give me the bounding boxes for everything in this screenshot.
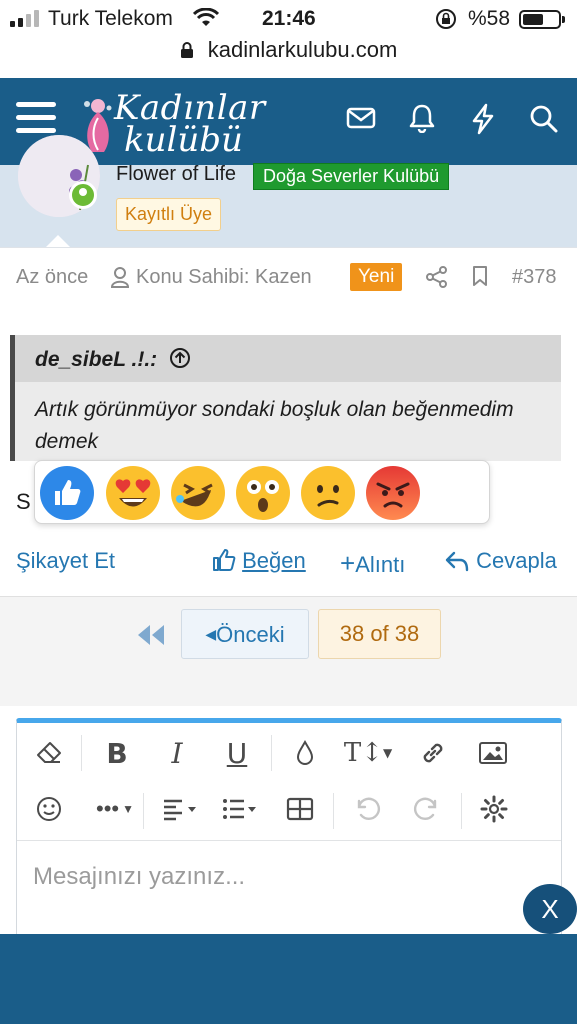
undo-icon[interactable]	[347, 789, 387, 829]
like-button[interactable]: Beğen	[212, 548, 306, 574]
post-author-panel: Flower of Life Doğa Severler Kulübü Kayı…	[0, 135, 577, 247]
close-button[interactable]: X	[523, 884, 577, 934]
prev-page-label: Önceki	[216, 622, 285, 647]
color-icon[interactable]	[285, 733, 325, 773]
align-icon[interactable]	[155, 789, 205, 829]
lock-icon	[180, 42, 193, 59]
toolbar-divider	[461, 793, 462, 829]
quote-header: de_sibeL .!.:	[15, 335, 561, 382]
settings-icon[interactable]	[474, 789, 514, 829]
reaction-sad-icon[interactable]	[300, 465, 356, 521]
post-number[interactable]: #378	[512, 266, 557, 289]
link-icon[interactable]	[413, 733, 453, 773]
reaction-angry-icon[interactable]	[365, 465, 421, 521]
status-bar: Turk Telekom 21:46 %58	[0, 0, 577, 36]
menu-icon[interactable]	[16, 102, 56, 138]
post-actions: Şikayet Et Beğen +Alıntı Cevapla	[0, 540, 577, 580]
lightning-icon[interactable]	[470, 103, 496, 135]
caret-left-icon: ◀	[205, 626, 217, 642]
quote-author[interactable]: de_sibeL .!.:	[35, 348, 157, 371]
online-status-icon	[69, 181, 97, 209]
signal-icon	[10, 10, 39, 27]
redo-icon[interactable]	[407, 789, 447, 829]
carrier-name: Turk Telekom	[48, 7, 173, 30]
post-time[interactable]: Az önce	[16, 266, 88, 289]
editor-toolbar: B I U T↕ ▼ ••• ▼	[17, 723, 561, 841]
plus-icon: +	[340, 548, 356, 578]
share-icon[interactable]	[426, 266, 448, 288]
search-icon[interactable]	[529, 104, 559, 134]
username[interactable]: Flower of Life	[116, 163, 236, 186]
reaction-picker	[34, 460, 490, 524]
eraser-icon[interactable]	[29, 733, 69, 773]
first-page-icon[interactable]	[134, 623, 168, 647]
reply-label: Cevapla	[476, 548, 557, 573]
reaction-love-icon[interactable]	[105, 465, 161, 521]
bold-icon[interactable]: B	[97, 733, 137, 773]
thread-owner: Konu Sahibi: Kazen	[136, 266, 312, 288]
quote-text: Artık görünmüyor sondaki boşluk olan beğ…	[35, 398, 514, 453]
reply-button[interactable]: Cevapla	[444, 548, 557, 574]
reaction-like-icon[interactable]	[39, 465, 95, 521]
quote-button[interactable]: +Alıntı	[340, 548, 405, 579]
more-options-icon[interactable]: ••• ▼	[89, 789, 141, 829]
reply-icon	[445, 551, 469, 572]
message-input[interactable]: Mesajınızı yazınız...	[33, 863, 245, 891]
like-label: Beğen	[242, 548, 306, 573]
logo-text-line2: kulübü	[124, 120, 243, 160]
report-button[interactable]: Şikayet Et	[16, 548, 115, 574]
thumbs-up-icon	[213, 549, 236, 571]
battery-percent: %58	[468, 7, 511, 30]
underline-icon[interactable]: U	[217, 733, 257, 773]
quote-block: de_sibeL .!.: Artık görünmüyor sondaki b…	[10, 335, 561, 461]
page-url: kadinlarkulubu.com	[207, 37, 398, 63]
quote-label: Alıntı	[355, 552, 406, 577]
italic-icon[interactable]: I	[157, 733, 197, 773]
reaction-wow-icon[interactable]	[235, 465, 291, 521]
wifi-icon	[193, 8, 219, 26]
image-icon[interactable]	[473, 733, 513, 773]
prev-page-button[interactable]: ◀Önceki	[181, 609, 309, 659]
post-body-text: S	[16, 489, 31, 514]
reaction-haha-icon[interactable]	[170, 465, 226, 521]
panel-pointer	[46, 235, 70, 247]
user-icon	[110, 267, 130, 288]
text-size-icon[interactable]: T↕ ▼	[343, 733, 393, 773]
toolbar-divider	[81, 735, 82, 771]
page-indicator[interactable]: 38 of 38	[318, 609, 441, 659]
pagination-area: ◀Önceki 38 of 38	[0, 596, 577, 706]
club-badge: Doğa Severler Kulübü	[253, 163, 450, 190]
rotation-lock-icon	[436, 9, 456, 29]
table-icon[interactable]	[280, 789, 320, 829]
emoji-icon[interactable]	[29, 789, 69, 829]
bell-icon[interactable]	[408, 103, 436, 133]
footer-bar	[0, 934, 577, 1024]
toolbar-divider	[143, 793, 144, 829]
site-logo[interactable]: Kadınlar kulübü	[78, 86, 265, 160]
address-bar[interactable]: kadinlarkulubu.com	[0, 36, 577, 78]
reply-editor: B I U T↕ ▼ ••• ▼ Mesajınızı yazınız...	[16, 718, 562, 948]
clock: 21:46	[262, 7, 316, 30]
post-meta: Az önce Konu Sahibi: Kazen Yeni #378	[0, 247, 577, 307]
envelope-icon[interactable]	[346, 106, 376, 130]
battery-icon	[519, 10, 565, 29]
toolbar-divider	[271, 735, 272, 771]
bookmark-icon[interactable]	[471, 265, 489, 287]
toolbar-divider	[333, 793, 334, 829]
list-icon[interactable]	[215, 789, 265, 829]
go-to-quote-icon[interactable]	[169, 347, 191, 369]
role-badge: Kayıtlı Üye	[116, 198, 222, 231]
new-badge: Yeni	[350, 263, 403, 291]
